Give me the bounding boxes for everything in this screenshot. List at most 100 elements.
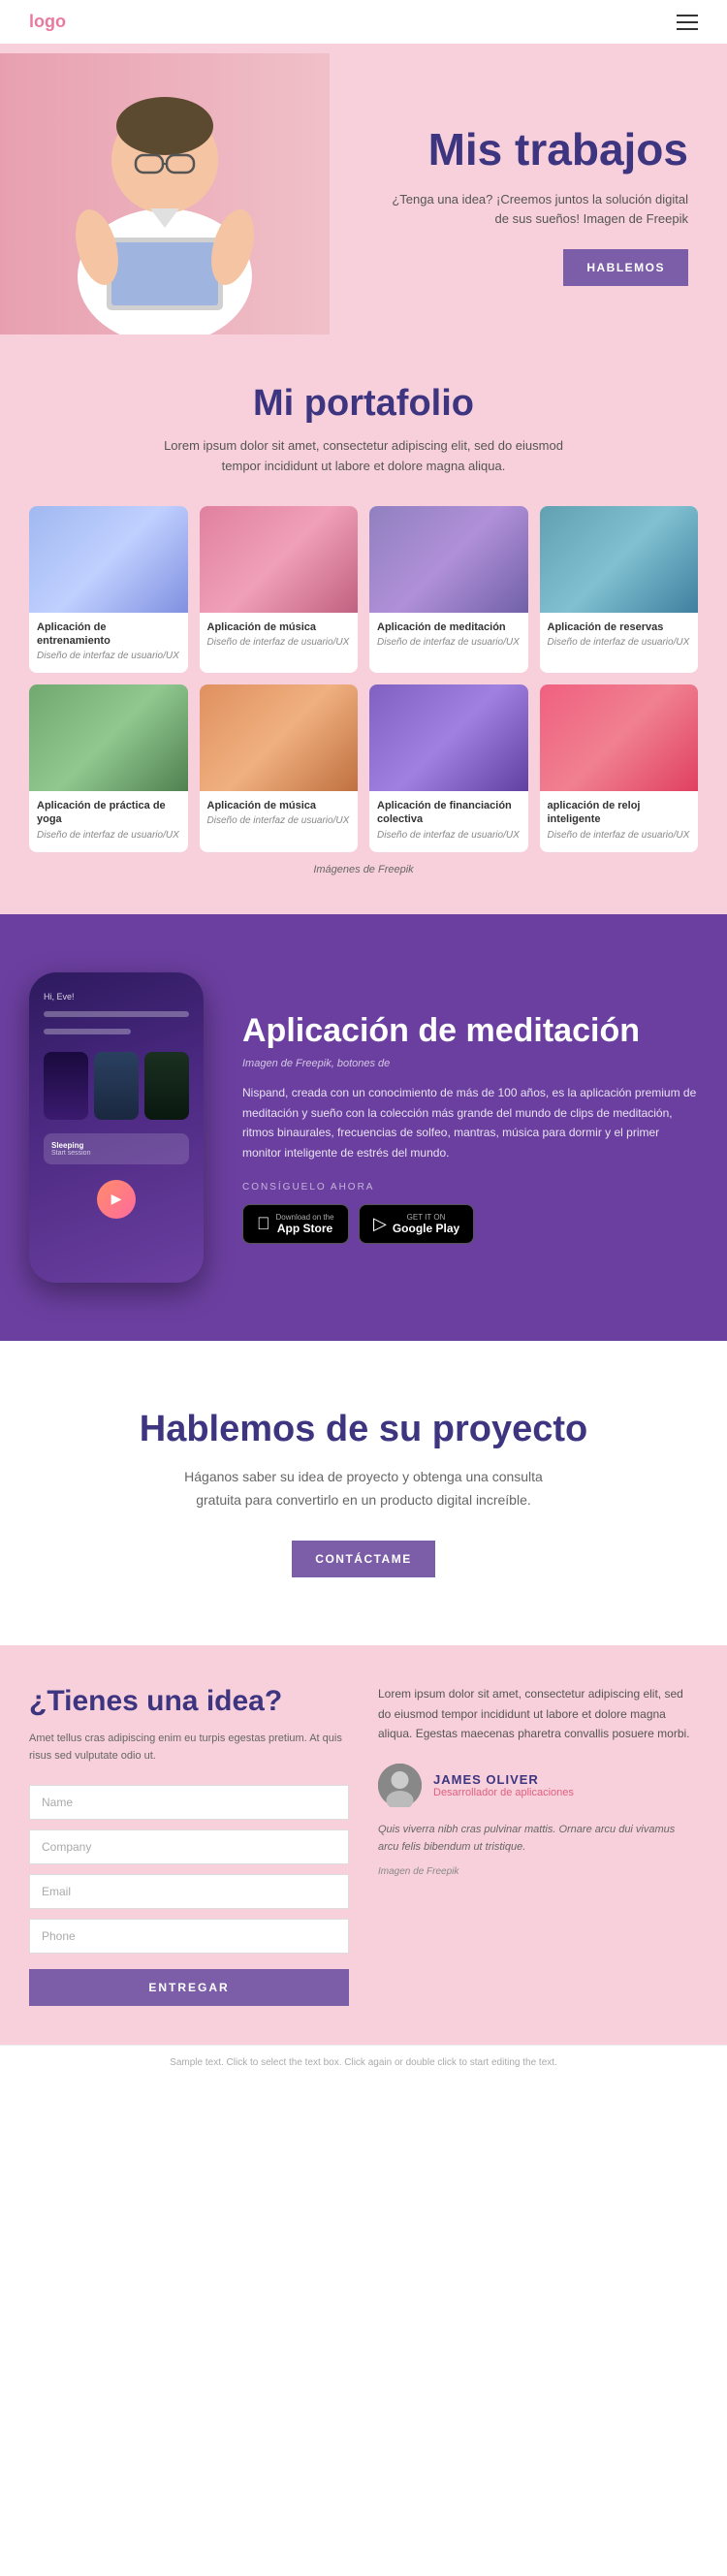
card-image-card-4 (540, 506, 699, 613)
portfolio-card-card-4[interactable]: Aplicación de reservas Diseño de interfa… (540, 506, 699, 674)
phone-greeting: Hi, Eve! (44, 992, 189, 1002)
meditation-description: Nispand, creada con un conocimiento de m… (242, 1083, 698, 1162)
bottom-section: ¿Tienes una idea? Amet tellus cras adipi… (0, 1645, 727, 2044)
phone-mockup: Hi, Eve! Sleeping Start session ▶ (29, 972, 204, 1283)
card-title-card-7: Aplicación de financiación colectiva (369, 791, 528, 829)
portfolio-subtitle: Lorem ipsum dolor sit amet, consectetur … (160, 436, 567, 477)
card-desc-card-4: Diseño de interfaz de usuario/UX (540, 636, 699, 650)
avatar-image (378, 1764, 422, 1807)
phone-card: Sleeping Start session (44, 1133, 189, 1164)
meditation-section: Hi, Eve! Sleeping Start session ▶ Aplica… (0, 914, 727, 1341)
app-store-label: App Store (276, 1222, 334, 1235)
google-play-text: GET IT ON Google Play (393, 1213, 459, 1235)
phone-input[interactable] (29, 1919, 349, 1954)
consigue-label: CONSÍGUELO AHORA (242, 1182, 698, 1193)
app-store-small-text: Download on the (276, 1213, 334, 1222)
contact-section: Hablemos de su proyecto Háganos saber su… (0, 1341, 727, 1646)
portfolio-card-card-5[interactable]: Aplicación de práctica de yoga Diseño de… (29, 684, 188, 852)
right-panel: Lorem ipsum dolor sit amet, consectetur … (378, 1684, 698, 2005)
google-play-label: Google Play (393, 1222, 459, 1235)
meditation-source: Imagen de Freepik, botones de (242, 1058, 698, 1069)
contact-subtitle: Háganos saber su idea de proyecto y obte… (160, 1466, 567, 1512)
card-image-card-2 (200, 506, 359, 613)
phone-field-group (29, 1919, 349, 1954)
card-title-card-1: Aplicación de entrenamiento (29, 613, 188, 651)
left-description: Amet tellus cras adipiscing enim eu turp… (29, 1731, 349, 1765)
portfolio-section: Mi portafolio Lorem ipsum dolor sit amet… (0, 334, 727, 914)
hamburger-menu[interactable] (677, 15, 698, 30)
phone-play-button[interactable]: ▶ (97, 1180, 136, 1219)
card-image-card-7 (369, 684, 528, 791)
hero-cta-button[interactable]: HABLEMOS (563, 249, 688, 286)
name-field-group (29, 1785, 349, 1820)
hamburger-line-3 (677, 28, 698, 30)
card-desc-card-2: Diseño de interfaz de usuario/UX (200, 636, 359, 650)
card-desc-card-3: Diseño de interfaz de usuario/UX (369, 636, 528, 650)
left-panel: ¿Tienes una idea? Amet tellus cras adipi… (29, 1684, 349, 2005)
meditation-title: Aplicación de meditación (242, 1011, 698, 1051)
card-title-card-3: Aplicación de meditación (369, 613, 528, 636)
author-role: Desarrollador de aplicaciones (433, 1787, 574, 1798)
left-title: ¿Tienes una idea? (29, 1684, 349, 1719)
testimonial-quote: Quis viverra nibh cras pulvinar mattis. … (378, 1821, 698, 1857)
portfolio-grid-row2: Aplicación de práctica de yoga Diseño de… (29, 684, 698, 852)
portfolio-footer-credit: Imágenes de Freepik (29, 864, 698, 875)
phone-card-title: Sleeping (51, 1141, 181, 1150)
google-play-icon: ▷ (373, 1214, 387, 1234)
hero-title: Mis trabajos (378, 125, 688, 175)
portfolio-card-card-2[interactable]: Aplicación de música Diseño de interfaz … (200, 506, 359, 674)
name-input[interactable] (29, 1785, 349, 1820)
hero-illustration (19, 53, 310, 334)
company-input[interactable] (29, 1829, 349, 1864)
card-image-card-3 (369, 506, 528, 613)
app-store-button[interactable]:  Download on the App Store (242, 1204, 349, 1244)
card-title-card-4: Aplicación de reservas (540, 613, 699, 636)
header: logo (0, 0, 727, 44)
portfolio-card-card-3[interactable]: Aplicación de meditación Diseño de inter… (369, 506, 528, 674)
portfolio-credit-text: Imágenes de Freepik (313, 864, 413, 875)
portfolio-card-card-8[interactable]: aplicación de reloj inteligente Diseño d… (540, 684, 699, 852)
card-image-card-8 (540, 684, 699, 791)
portfolio-title: Mi portafolio (29, 383, 698, 425)
email-input[interactable] (29, 1874, 349, 1909)
image-credit: Imagen de Freepik (378, 1866, 698, 1877)
hero-section: Mis trabajos ¿Tenga una idea? ¡Creemos j… (0, 44, 727, 334)
card-desc-card-7: Diseño de interfaz de usuario/UX (369, 829, 528, 843)
contact-title: Hablemos de su proyecto (140, 1409, 587, 1450)
phone-screen: Hi, Eve! Sleeping Start session ▶ (44, 992, 189, 1226)
hero-content: Mis trabajos ¿Tenga una idea? ¡Creemos j… (378, 86, 727, 334)
hamburger-line-2 (677, 21, 698, 23)
card-image-card-1 (29, 506, 188, 613)
testimonial-author: JAMES OLIVER Desarrollador de aplicacion… (378, 1764, 698, 1807)
app-store-text: Download on the App Store (276, 1213, 334, 1235)
contact-cta-button[interactable]: CONTÁCTAME (292, 1541, 434, 1577)
logo: logo (29, 12, 66, 32)
submit-button[interactable]: ENTREGAR (29, 1969, 349, 2006)
portfolio-card-card-6[interactable]: Aplicación de música Diseño de interfaz … (200, 684, 359, 852)
card-title-card-8: aplicación de reloj inteligente (540, 791, 699, 829)
card-title-card-2: Aplicación de música (200, 613, 359, 636)
company-field-group (29, 1829, 349, 1864)
google-play-small-text: GET IT ON (393, 1213, 459, 1222)
apple-icon:  (257, 1214, 270, 1234)
portfolio-card-card-1[interactable]: Aplicación de entrenamiento Diseño de in… (29, 506, 188, 674)
portfolio-grid-row1: Aplicación de entrenamiento Diseño de in… (29, 506, 698, 674)
card-title-card-5: Aplicación de práctica de yoga (29, 791, 188, 829)
hamburger-line-1 (677, 15, 698, 16)
footer-text: Sample text. Click to select the text bo… (170, 2057, 557, 2068)
hero-subtitle: ¿Tenga una idea? ¡Creemos juntos la solu… (378, 190, 688, 228)
card-desc-card-5: Diseño de interfaz de usuario/UX (29, 829, 188, 843)
card-desc-card-6: Diseño de interfaz de usuario/UX (200, 814, 359, 828)
author-avatar (378, 1764, 422, 1807)
card-desc-card-1: Diseño de interfaz de usuario/UX (29, 650, 188, 663)
author-name: JAMES OLIVER (433, 1772, 574, 1787)
card-title-card-6: Aplicación de música (200, 791, 359, 814)
phone-card-sub: Start session (51, 1150, 181, 1157)
email-field-group (29, 1874, 349, 1909)
phone-bar-2 (44, 1029, 131, 1034)
google-play-button[interactable]: ▷ GET IT ON Google Play (359, 1204, 474, 1244)
portfolio-card-card-7[interactable]: Aplicación de financiación colectiva Dis… (369, 684, 528, 852)
phone-bar-1 (44, 1011, 189, 1017)
store-buttons:  Download on the App Store ▷ GET IT ON … (242, 1204, 698, 1244)
card-desc-card-8: Diseño de interfaz de usuario/UX (540, 829, 699, 843)
